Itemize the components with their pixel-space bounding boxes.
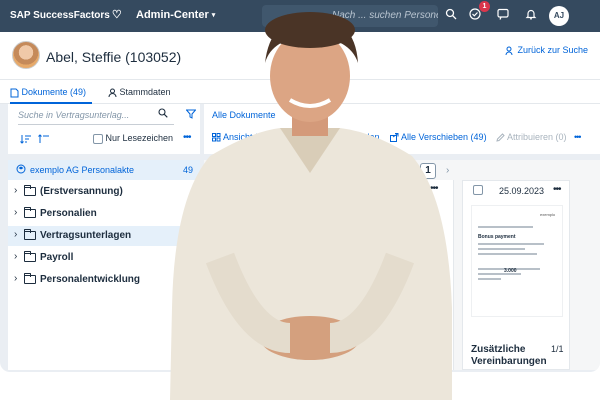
document-search-input[interactable]: Suche in Vertragsunterlag... <box>18 107 174 125</box>
chevron-right-icon[interactable]: › <box>14 185 17 196</box>
sort-descending-icon[interactable] <box>20 134 32 147</box>
folder-label: Personalien <box>40 208 97 219</box>
document-title: Zusätzliche Vereinbarungen <box>471 344 547 367</box>
chevron-right-icon[interactable]: › <box>14 207 17 218</box>
pencil-icon <box>496 133 505 142</box>
folder-icon <box>24 229 36 240</box>
more-actions-icon[interactable]: ••• <box>574 132 582 142</box>
employee-photo <box>12 41 40 69</box>
document-icon <box>10 88 19 98</box>
thumb-amount: 3.000 <box>504 268 517 274</box>
chevron-right-icon[interactable]: › <box>14 273 17 284</box>
more-options-icon[interactable]: ••• <box>553 184 561 195</box>
text-line <box>478 253 537 255</box>
user-avatar[interactable]: AJ <box>549 6 569 26</box>
logo-text: SAP SuccessFactors <box>10 10 110 21</box>
tab-documents-label: Dokumente (49) <box>21 87 87 97</box>
document-checkbox[interactable] <box>473 185 483 195</box>
text-line <box>478 278 502 280</box>
folder-icon <box>24 251 36 262</box>
presenter-photo <box>170 12 452 400</box>
sort-ascending-icon[interactable] <box>38 134 50 147</box>
person-icon <box>108 88 117 97</box>
bell-icon[interactable] <box>523 8 539 24</box>
page-indicator: 1/1 <box>551 344 564 354</box>
folder-label: Personalentwicklung <box>40 274 141 285</box>
text-line <box>478 243 545 245</box>
tree-root-label: exemplo AG Personalakte <box>30 165 135 175</box>
person-search-icon <box>505 46 513 55</box>
folder-icon <box>24 273 36 284</box>
back-link-label: Zurück zur Suche <box>517 45 589 55</box>
folder-label: Payroll <box>40 252 74 263</box>
tab-documents[interactable]: Dokumente (49) <box>10 87 86 98</box>
folder-label: (Erstversannung) <box>40 186 123 197</box>
attribute-button[interactable]: Attribuieren (0) <box>496 132 567 142</box>
thumb-heading: Bonus payment <box>478 234 516 240</box>
thumb-brand: exemplo <box>540 212 556 217</box>
help-icon[interactable] <box>495 8 511 24</box>
attribute-label: Attribuieren (0) <box>507 132 567 142</box>
back-to-search-link[interactable]: Zurück zur Suche <box>505 45 588 56</box>
folder-icon <box>24 207 36 218</box>
document-card[interactable]: 25.09.2023 ••• exemplo Bonus payment 3.0… <box>462 180 570 370</box>
chevron-right-icon[interactable]: › <box>14 229 17 240</box>
stack-icon <box>16 164 26 176</box>
document-thumbnail[interactable]: exemplo Bonus payment 3.000 <box>471 205 563 317</box>
sap-logo[interactable]: SAP SuccessFactors ♡ <box>10 8 122 21</box>
folder-icon <box>24 185 36 196</box>
chevron-right-icon[interactable]: › <box>14 251 17 262</box>
folder-label: Vertragsunterlagen <box>40 230 132 241</box>
document-date: 25.09.2023 <box>499 186 545 196</box>
checkbox[interactable] <box>93 133 103 144</box>
text-line <box>478 226 533 228</box>
heart-icon: ♡ <box>111 9 122 21</box>
text-line <box>478 248 525 250</box>
notification-badge: 1 <box>479 1 490 12</box>
